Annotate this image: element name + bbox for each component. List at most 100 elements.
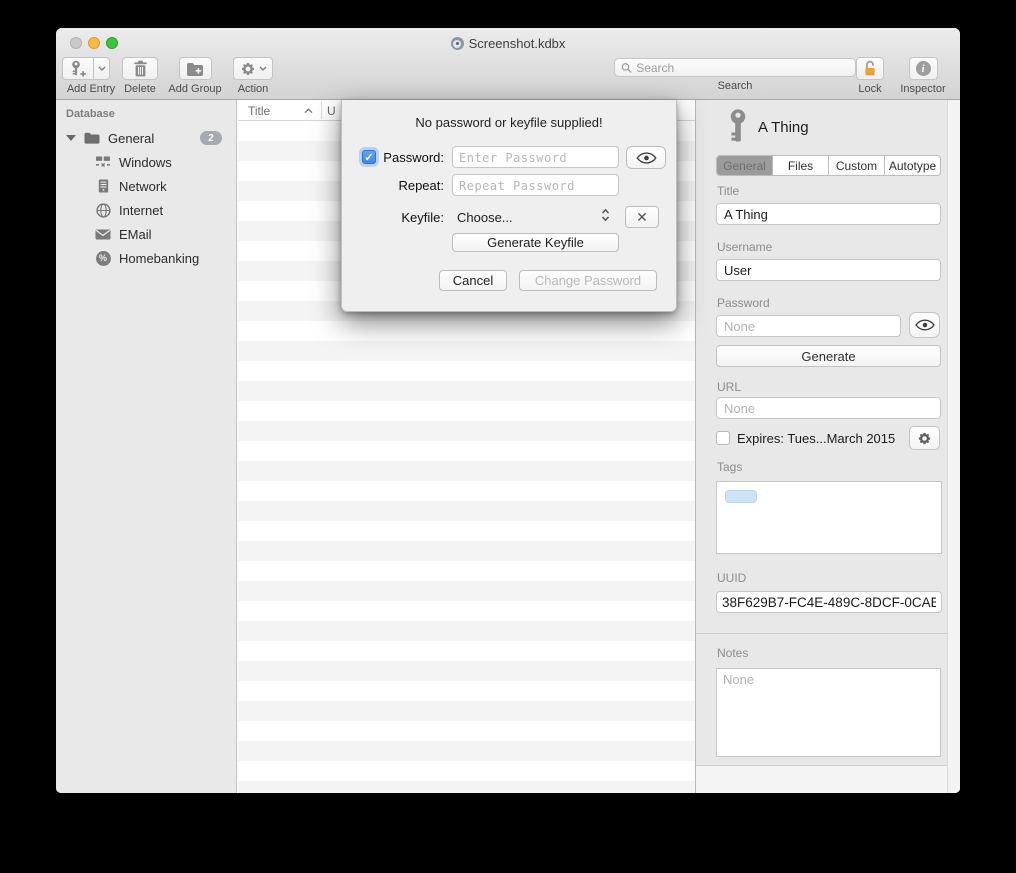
delete-button[interactable] (122, 57, 158, 80)
list-row[interactable] (238, 781, 695, 793)
add-entry-button[interactable] (62, 57, 120, 80)
info-icon: i (916, 61, 931, 76)
list-row[interactable] (238, 361, 695, 381)
generate-button[interactable]: Generate (716, 345, 941, 367)
change-password-button[interactable]: Change Password (519, 270, 657, 291)
expires-settings-button[interactable] (909, 426, 940, 450)
folder-icon (84, 132, 100, 144)
action-button[interactable] (233, 57, 273, 80)
eye-icon (636, 152, 657, 164)
inspector-tabs: General Files Custom Autotype (716, 155, 941, 176)
list-row[interactable] (238, 381, 695, 401)
enter-password-input[interactable] (452, 146, 619, 168)
list-row[interactable] (238, 541, 695, 561)
sidebar-header: Database (66, 108, 115, 120)
notes-field[interactable] (716, 668, 941, 757)
list-row[interactable] (238, 701, 695, 721)
search-field[interactable] (614, 58, 856, 77)
inspector-tool: i Inspector (894, 57, 952, 95)
add-entry-main[interactable] (62, 57, 94, 80)
inspector-button[interactable]: i (909, 57, 938, 80)
password-checkbox[interactable]: ✓ (362, 150, 376, 164)
globe-icon (96, 203, 111, 218)
list-row[interactable] (238, 461, 695, 481)
list-row[interactable] (238, 621, 695, 641)
keyfile-popup[interactable]: Choose... (457, 210, 513, 225)
repeat-password-input[interactable] (452, 174, 619, 196)
list-row[interactable] (238, 321, 695, 341)
inspector-label: Inspector (894, 83, 952, 95)
sidebar-item-network[interactable]: Network (56, 176, 237, 196)
tag-pill[interactable] (725, 490, 757, 503)
disclosure-triangle[interactable] (66, 135, 76, 141)
expires-checkbox[interactable] (716, 431, 730, 445)
add-group-button[interactable] (179, 57, 212, 80)
list-row[interactable] (238, 401, 695, 421)
tab-general[interactable]: General (717, 156, 773, 175)
list-row[interactable] (238, 641, 695, 661)
sidebar-item-internet[interactable]: Internet (56, 200, 237, 220)
list-row[interactable] (238, 441, 695, 461)
list-row[interactable] (238, 521, 695, 541)
list-row[interactable] (238, 741, 695, 761)
tab-autotype[interactable]: Autotype (885, 156, 940, 175)
sidebar-item-label: Network (119, 179, 167, 194)
uuid-field[interactable] (716, 591, 942, 613)
list-row[interactable] (238, 601, 695, 621)
network-icon (95, 156, 111, 169)
show-password-button[interactable] (909, 312, 940, 338)
window-header: Screenshot.kdbx (56, 28, 960, 100)
list-row[interactable] (238, 761, 695, 781)
list-row[interactable] (238, 661, 695, 681)
app-window: Screenshot.kdbx (56, 28, 960, 793)
desktop-background: Screenshot.kdbx (0, 0, 1016, 873)
action-label: Action (226, 83, 280, 95)
scrollbar-track[interactable] (947, 100, 960, 793)
list-row[interactable] (238, 341, 695, 361)
add-entry-dropdown[interactable] (94, 57, 110, 80)
lock-label: Lock (848, 83, 892, 95)
add-entry-tool: Add Entry (62, 57, 120, 95)
divider (696, 633, 960, 634)
show-password-button[interactable] (626, 146, 666, 169)
document-icon (451, 37, 464, 50)
column-header-username[interactable]: U (327, 100, 336, 121)
tags-label: Tags (717, 460, 742, 474)
column-separator[interactable] (321, 102, 322, 119)
search-tool: Search (608, 57, 862, 92)
list-row[interactable] (238, 681, 695, 701)
list-row[interactable] (238, 481, 695, 501)
list-row[interactable] (238, 721, 695, 741)
list-row[interactable] (238, 581, 695, 601)
url-field[interactable] (716, 397, 941, 419)
column-header-title[interactable]: Title (248, 100, 270, 121)
keyfile-label: Keyfile: (378, 210, 444, 225)
password-field[interactable] (716, 315, 901, 337)
search-input[interactable] (636, 61, 849, 75)
stepper-icon[interactable] (601, 208, 610, 222)
list-row[interactable] (238, 561, 695, 581)
username-field[interactable] (716, 259, 941, 281)
repeat-label: Repeat: (378, 178, 444, 193)
notes-label: Notes (717, 646, 748, 660)
sidebar-item-homebanking[interactable]: % Homebanking (56, 248, 237, 268)
generate-keyfile-button[interactable]: Generate Keyfile (452, 233, 619, 252)
list-row[interactable] (238, 501, 695, 521)
clear-keyfile-button[interactable]: ✕ (625, 206, 659, 228)
url-label: URL (717, 380, 741, 394)
add-group-label: Add Group (161, 83, 229, 95)
tags-box[interactable] (716, 481, 942, 554)
sidebar-item-windows[interactable]: Windows (56, 152, 237, 172)
key-icon (728, 109, 748, 144)
title-field[interactable] (716, 203, 941, 225)
list-row[interactable] (238, 421, 695, 441)
tab-files[interactable]: Files (773, 156, 829, 175)
tab-custom[interactable]: Custom (829, 156, 885, 175)
lock-button[interactable] (856, 57, 884, 80)
sidebar-item-label: General (108, 131, 154, 146)
sidebar-item-general[interactable]: General 2 (56, 128, 237, 148)
count-badge: 2 (200, 131, 222, 145)
cancel-button[interactable]: Cancel (439, 270, 507, 291)
change-password-sheet: No password or keyfile supplied! ✓ Passw… (341, 100, 677, 312)
sidebar-item-email[interactable]: EMail (56, 224, 237, 244)
